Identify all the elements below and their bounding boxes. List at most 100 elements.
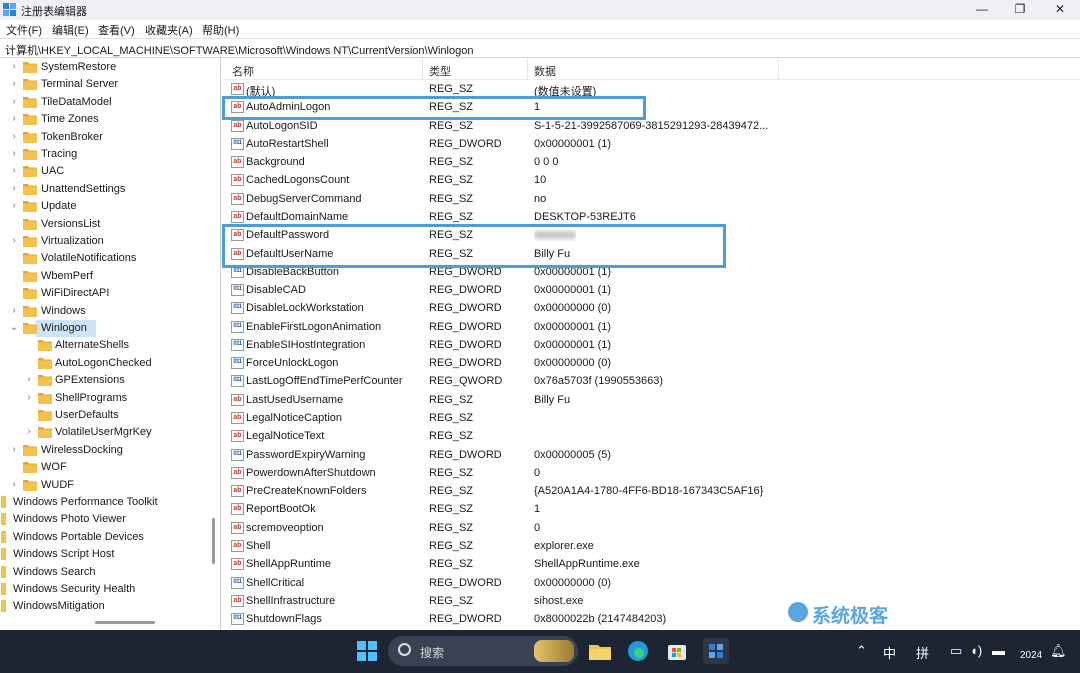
tree-node[interactable]: ›TileDataModel — [0, 94, 206, 111]
column-type-header[interactable]: 类型 — [429, 63, 451, 79]
value-row[interactable]: abShellAppRuntimeREG_SZShellAppRuntime.e… — [222, 555, 1080, 573]
value-row[interactable]: abShellREG_SZexplorer.exe — [222, 537, 1080, 555]
tree-node[interactable]: Windows Photo Viewer — [0, 511, 206, 528]
value-row[interactable]: abShellInfrastructureREG_SZsihost.exe — [222, 592, 1080, 610]
minimize-button[interactable]: — — [962, 0, 1002, 20]
value-row[interactable]: abDefaultUserNameREG_SZBilly Fu — [222, 245, 1080, 263]
file-explorer-icon[interactable] — [587, 638, 613, 664]
notification-bell-icon[interactable]: 🔔︎ — [1050, 643, 1067, 659]
store-icon[interactable] — [664, 638, 690, 664]
ime-language[interactable]: 中 — [883, 643, 896, 662]
value-row[interactable]: abLegalNoticeTextREG_SZ — [222, 427, 1080, 445]
tree-node[interactable]: UserDefaults — [0, 407, 206, 424]
value-row[interactable]: abAutoAdminLogonREG_SZ1 — [222, 98, 1080, 116]
chevron-right-icon[interactable]: › — [9, 199, 19, 213]
tree-node[interactable]: ›UnattendSettings — [0, 181, 206, 198]
taskbar-search[interactable]: 搜索 — [388, 636, 578, 666]
value-row[interactable]: abscremoveoptionREG_SZ0 — [222, 519, 1080, 537]
menu-view[interactable]: 查看(V) — [98, 22, 135, 38]
value-row[interactable]: 011AutoRestartShellREG_DWORD0x00000001 (… — [222, 135, 1080, 153]
battery-icon[interactable]: ▬ — [992, 643, 1005, 658]
address-bar[interactable]: 计算机\HKEY_LOCAL_MACHINE\SOFTWARE\Microsof… — [0, 38, 1080, 58]
chevron-right-icon[interactable]: › — [9, 77, 19, 91]
tree-node[interactable]: ›WirelessDocking — [0, 442, 206, 459]
tree-node[interactable]: ›ShellPrograms — [0, 390, 206, 407]
tree-node[interactable]: ›UAC — [0, 163, 206, 180]
show-hidden-icons-chevron-icon[interactable]: ⌃ — [856, 643, 867, 659]
tree-node[interactable]: Windows Search — [0, 564, 206, 581]
chevron-right-icon[interactable]: › — [9, 147, 19, 161]
chevron-right-icon[interactable]: › — [9, 443, 19, 457]
value-row[interactable]: abPowerdownAfterShutdownREG_SZ0 — [222, 464, 1080, 482]
value-row[interactable]: 011DisableBackButtonREG_DWORD0x00000001 … — [222, 263, 1080, 281]
tree-node[interactable]: ›Virtualization — [0, 233, 206, 250]
menu-favorites[interactable]: 收藏夹(A) — [145, 22, 193, 38]
column-name-header[interactable]: 名称 — [232, 63, 254, 79]
tree-vertical-scrollbar[interactable] — [208, 58, 220, 630]
regedit-taskbar-icon[interactable] — [703, 638, 729, 664]
value-row[interactable]: 011ShutdownFlagsREG_DWORD0x8000022b (214… — [222, 610, 1080, 628]
tree-node[interactable]: WiFiDirectAPI — [0, 285, 206, 302]
chevron-right-icon[interactable]: › — [9, 304, 19, 318]
chevron-right-icon[interactable]: › — [9, 164, 19, 178]
key-tree-pane[interactable]: ›SystemRestore›Terminal Server›TileDataM… — [0, 58, 221, 630]
chevron-right-icon[interactable]: › — [9, 182, 19, 196]
maximize-button[interactable]: ❐ — [1000, 0, 1040, 20]
value-row[interactable]: 011ForceUnlockLogonREG_DWORD0x00000000 (… — [222, 354, 1080, 372]
value-row[interactable]: 011LastLogOffEndTimePerfCounterREG_QWORD… — [222, 372, 1080, 390]
tree-node[interactable]: ›GPExtensions — [0, 372, 206, 389]
tree-node[interactable]: ›Terminal Server — [0, 76, 206, 93]
menu-file[interactable]: 文件(F) — [6, 22, 42, 38]
ime-mode[interactable]: 拼 — [916, 643, 929, 662]
value-row[interactable]: abAutoLogonSIDREG_SZS-1-5-21-3992587069-… — [222, 117, 1080, 135]
value-row[interactable]: abLastUsedUsernameREG_SZBilly Fu — [222, 391, 1080, 409]
tree-node[interactable]: ›WUDF — [0, 477, 206, 494]
chevron-right-icon[interactable]: › — [9, 112, 19, 126]
chevron-right-icon[interactable]: › — [9, 130, 19, 144]
column-data-header[interactable]: 数据 — [534, 63, 556, 79]
column-divider[interactable] — [527, 58, 528, 80]
clock[interactable]: 2024 — [1020, 650, 1042, 661]
tree-hscroll-thumb[interactable] — [95, 621, 155, 624]
chevron-right-icon[interactable]: › — [9, 95, 19, 109]
chevron-right-icon[interactable]: › — [9, 234, 19, 248]
value-row[interactable]: abDebugServerCommandREG_SZno — [222, 190, 1080, 208]
tree-node[interactable]: WbemPerf — [0, 268, 206, 285]
value-row[interactable]: 011ShellCriticalREG_DWORD0x00000000 (0) — [222, 574, 1080, 592]
value-row[interactable]: abBackgroundREG_SZ0 0 0 — [222, 153, 1080, 171]
volume-icon[interactable]: ◖) — [970, 643, 982, 658]
value-row[interactable]: 011EnableFirstLogonAnimationREG_DWORD0x0… — [222, 318, 1080, 336]
menu-help[interactable]: 帮助(H) — [202, 22, 239, 38]
tree-node[interactable]: ›SystemRestore — [0, 59, 206, 76]
value-row[interactable]: 011EnableSIHostIntegrationREG_DWORD0x000… — [222, 336, 1080, 354]
chevron-right-icon[interactable]: › — [9, 478, 19, 492]
value-row[interactable]: abDefaultPasswordREG_SZ — [222, 226, 1080, 244]
value-row[interactable]: abLegalNoticeCaptionREG_SZ — [222, 409, 1080, 427]
tree-node[interactable]: Windows Portable Devices — [0, 529, 206, 546]
tree-node[interactable]: Windows Performance Toolkit — [0, 494, 206, 511]
tree-node[interactable]: VersionsList — [0, 216, 206, 233]
chevron-right-icon[interactable]: › — [9, 60, 19, 74]
column-divider[interactable] — [422, 58, 423, 80]
tree-node[interactable]: WindowsMitigation — [0, 598, 206, 615]
value-row[interactable]: abReportBootOkREG_SZ1 — [222, 500, 1080, 518]
tree-node[interactable]: ›Tracing — [0, 146, 206, 163]
value-row[interactable]: abCachedLogonsCountREG_SZ10 — [222, 171, 1080, 189]
value-row[interactable]: abPreCreateKnownFoldersREG_SZ{A520A1A4-1… — [222, 482, 1080, 500]
address-path[interactable]: 计算机\HKEY_LOCAL_MACHINE\SOFTWARE\Microsof… — [5, 42, 473, 58]
tree-node[interactable]: Windows Security Health — [0, 581, 206, 598]
tree-node[interactable]: ›VolatileUserMgrKey — [0, 424, 206, 441]
tree-scroll-thumb[interactable] — [212, 518, 215, 564]
tree-node[interactable]: ›Time Zones — [0, 111, 206, 128]
chevron-right-icon[interactable]: › — [24, 391, 34, 405]
edge-icon[interactable] — [625, 638, 651, 664]
tree-node[interactable]: ›Windows — [0, 303, 206, 320]
close-button[interactable]: ✕ — [1040, 0, 1080, 20]
chevron-down-icon[interactable]: ⌄ — [9, 321, 19, 335]
tree-node[interactable]: AutoLogonChecked — [0, 355, 206, 372]
value-row[interactable]: 011PasswordExpiryWarningREG_DWORD0x00000… — [222, 446, 1080, 464]
tree-node[interactable]: ›TokenBroker — [0, 129, 206, 146]
tree-node[interactable]: ⌄Winlogon — [36, 320, 96, 337]
value-row[interactable]: 011DisableLockWorkstationREG_DWORD0x0000… — [222, 299, 1080, 317]
tree-node[interactable]: ›Update — [0, 198, 206, 215]
